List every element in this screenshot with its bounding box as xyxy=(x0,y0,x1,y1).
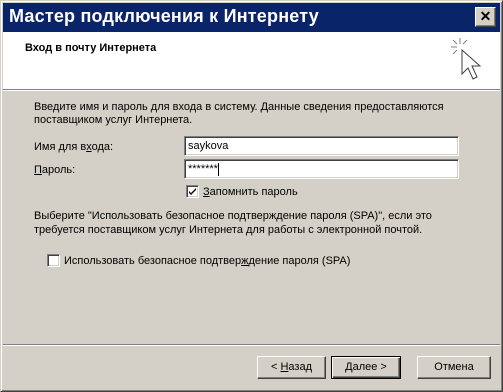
close-icon: ✕ xyxy=(479,8,492,24)
intro-line-1: Введите имя и пароль для входа в систему… xyxy=(34,101,444,113)
next-button[interactable]: Далее > xyxy=(331,356,401,379)
username-label: Имя для входа: xyxy=(34,141,114,153)
text-caret xyxy=(217,163,219,176)
title-bar[interactable]: Мастер подключения к Интернету ✕ xyxy=(3,3,500,32)
remember-password-label[interactable]: Запомнить пароль xyxy=(203,186,298,199)
wizard-header: Вход в почту Интернета xyxy=(3,32,500,89)
spa-info-line-2: требуется поставщиком услуг Интернета дл… xyxy=(34,224,423,236)
intro-line-2: поставщиком услуг Интернета. xyxy=(34,114,193,126)
spa-info-line-1: Выберите "Использовать безопасное подтве… xyxy=(34,210,432,222)
password-field[interactable]: ******* xyxy=(184,159,459,179)
password-label: Пароль: xyxy=(34,164,76,176)
remember-password-checkbox[interactable] xyxy=(186,185,199,198)
footer-separator xyxy=(3,344,500,346)
window-title: Мастер подключения к Интернету xyxy=(9,6,319,26)
page-title: Вход в почту Интернета xyxy=(25,42,157,54)
back-button[interactable]: < Назад xyxy=(257,356,326,379)
header-separator xyxy=(3,89,500,91)
spa-checkbox[interactable] xyxy=(47,254,60,267)
wizard-sparkle-cursor-icon xyxy=(451,38,482,80)
close-button[interactable]: ✕ xyxy=(475,7,496,27)
spa-checkbox-label[interactable]: Использовать безопасное подтверждение па… xyxy=(64,255,350,268)
wizard-window: Мастер подключения к Интернету ✕ Вход в … xyxy=(0,0,503,392)
checkmark-icon xyxy=(189,188,196,195)
cancel-button[interactable]: Отмена xyxy=(417,356,491,379)
username-field[interactable]: saykova xyxy=(184,136,459,156)
